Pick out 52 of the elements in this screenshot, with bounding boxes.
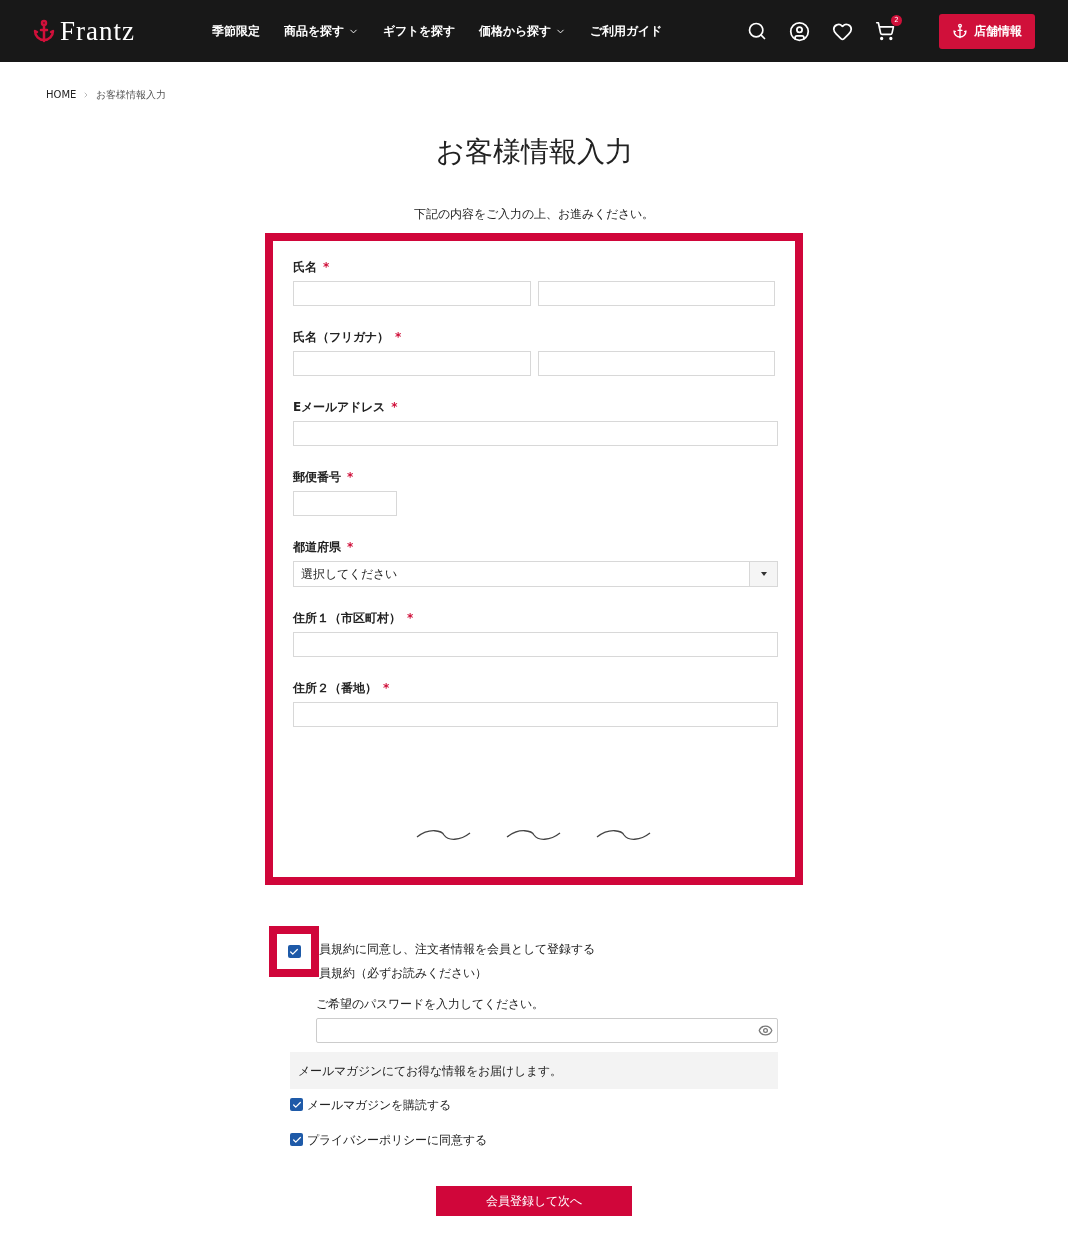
- nav-link[interactable]: 商品を探す: [284, 22, 359, 40]
- breadcrumb-current: お客様情報入力: [96, 88, 167, 102]
- checkbox[interactable]: [287, 945, 301, 958]
- checkbox[interactable]: [290, 1133, 303, 1146]
- field-label: 住所１（市区町村）: [293, 610, 401, 627]
- search-icon[interactable]: [747, 21, 767, 41]
- required-mark: *: [323, 259, 330, 276]
- prefecture-select[interactable]: 選択してください: [293, 561, 778, 587]
- field-label: 氏名（フリガナ）: [293, 329, 389, 346]
- required-mark: *: [391, 399, 398, 416]
- checkbox[interactable]: [290, 1098, 303, 1111]
- anchor-logo-icon: [32, 19, 56, 43]
- input-field[interactable]: [293, 421, 778, 446]
- input-field[interactable]: [293, 632, 778, 657]
- eye-icon[interactable]: [758, 1023, 773, 1038]
- field-label: 住所２（番地）: [293, 680, 377, 697]
- required-mark: *: [395, 329, 402, 346]
- input-field[interactable]: [293, 281, 531, 306]
- account-icon[interactable]: [789, 20, 810, 42]
- checkbox-label: 員規約に同意し、注文者情報を会員として登録する: [319, 941, 595, 958]
- intro-text: 下記の内容をご入力の上、お進みください。: [413, 206, 655, 223]
- required-mark: *: [347, 539, 354, 556]
- field-label: 都道府県: [293, 539, 341, 556]
- required-mark: *: [347, 469, 354, 486]
- cart-icon[interactable]: [875, 21, 895, 41]
- terms-link[interactable]: 員規約（必ずお読みください）: [319, 964, 595, 982]
- input-field[interactable]: [293, 491, 397, 516]
- page-title: お客様情報入力: [434, 134, 634, 170]
- required-mark: *: [407, 610, 414, 627]
- field-label: 氏名: [293, 259, 317, 276]
- submit-button[interactable]: 会員登録して次へ: [436, 1186, 632, 1216]
- checkbox-label: メールマガジンを購読する: [307, 1096, 451, 1114]
- breadcrumb-link[interactable]: HOME: [46, 87, 77, 102]
- nav-link[interactable]: 価格から探す: [479, 22, 566, 40]
- field-label: Eメールアドレス: [293, 399, 386, 416]
- password-field[interactable]: [316, 1018, 778, 1043]
- input-field[interactable]: [537, 281, 775, 306]
- nav-link[interactable]: ギフトを探す: [383, 22, 455, 40]
- caret-icon: [760, 572, 767, 576]
- store-info-button[interactable]: 店舗情報: [939, 13, 1035, 49]
- input-field[interactable]: [293, 702, 778, 727]
- logo[interactable]: Frantz: [60, 10, 135, 52]
- field-label: 郵便番号: [293, 469, 341, 486]
- password-label: ご希望のパスワードを入力してください。: [316, 996, 545, 1013]
- nav-link[interactable]: ご利用ガイド: [590, 22, 662, 40]
- checkbox-label: プライバシーポリシーに同意する: [307, 1131, 487, 1149]
- required-mark: *: [383, 680, 390, 697]
- nav-link[interactable]: 季節限定: [212, 22, 260, 40]
- input-field[interactable]: [537, 351, 775, 376]
- input-field[interactable]: [293, 351, 531, 376]
- newsletter-note: メールマガジンにてお得な情報をお届けします。: [290, 1052, 778, 1089]
- anchor-icon: [952, 23, 968, 39]
